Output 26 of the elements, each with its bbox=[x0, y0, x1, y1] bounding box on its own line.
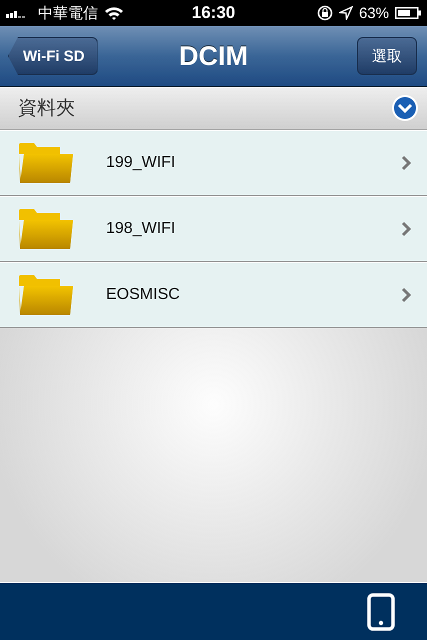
folder-icon bbox=[18, 208, 74, 250]
folder-row[interactable]: EOSMISC bbox=[0, 262, 427, 328]
location-arrow-icon bbox=[338, 6, 353, 20]
battery-icon bbox=[395, 7, 421, 19]
status-time: 16:30 bbox=[192, 3, 236, 23]
folder-name: EOSMISC bbox=[106, 286, 181, 304]
folder-icon bbox=[18, 142, 74, 184]
battery-percent: 63% bbox=[358, 4, 389, 22]
page-title: DCIM bbox=[179, 40, 248, 72]
tablet-icon[interactable] bbox=[367, 592, 395, 630]
back-button[interactable]: Wi-Fi SD bbox=[8, 37, 98, 75]
folder-icon bbox=[18, 274, 74, 316]
folder-row[interactable]: 198_WIFI bbox=[0, 196, 427, 262]
folder-row[interactable]: 199_WIFI bbox=[0, 130, 427, 196]
section-header[interactable]: 資料夾 bbox=[0, 87, 427, 130]
folder-name: 199_WIFI bbox=[106, 154, 176, 172]
folder-name: 198_WIFI bbox=[106, 220, 176, 238]
carrier-name: 中華電信 bbox=[38, 4, 98, 22]
select-button[interactable]: 選取 bbox=[357, 37, 417, 75]
chevron-right-icon bbox=[401, 221, 411, 237]
section-title: 資料夾 bbox=[18, 96, 75, 121]
chevron-right-icon bbox=[401, 287, 411, 303]
chevron-icon[interactable] bbox=[391, 94, 419, 122]
chevron-right-icon bbox=[401, 155, 411, 171]
rotation-lock-icon bbox=[316, 5, 333, 21]
wifi-icon bbox=[104, 6, 124, 20]
